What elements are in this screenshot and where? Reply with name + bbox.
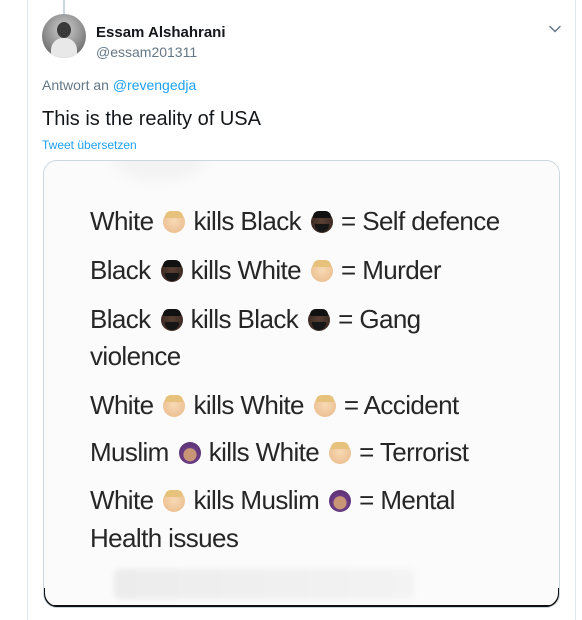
meme-word: kills Black bbox=[193, 206, 301, 236]
author-names: Essam Alshahrani @essam201311 bbox=[96, 24, 226, 61]
meme-word: = Terrorist bbox=[359, 437, 469, 467]
meme-line: Black kills Black = Gang bbox=[90, 303, 421, 335]
meme-word: Muslim bbox=[90, 437, 169, 467]
timeline-right-border bbox=[575, 0, 576, 620]
reply-mention-link[interactable]: @revengedja bbox=[113, 77, 197, 93]
white-person-emoji-icon bbox=[313, 395, 336, 417]
meme-line: White kills White = Accident bbox=[90, 389, 459, 421]
tweet: Essam Alshahrani @essam201311 Antwort an… bbox=[42, 14, 562, 153]
meme-line: violence bbox=[90, 340, 181, 372]
meme-word: White bbox=[90, 206, 154, 236]
meme-word: White bbox=[90, 485, 154, 515]
white-person-emoji-icon bbox=[329, 442, 352, 464]
meme-word: kills Muslim bbox=[193, 485, 320, 515]
black-person-emoji-icon bbox=[311, 211, 333, 233]
meme-word: Health issues bbox=[90, 523, 239, 553]
meme-word: kills White bbox=[208, 437, 320, 467]
meme-word: = Mental bbox=[359, 485, 455, 515]
thread-connector-line bbox=[63, 0, 65, 14]
white-person-emoji-icon bbox=[163, 490, 186, 512]
timeline-left-border bbox=[27, 0, 28, 620]
woman-with-headscarf-emoji-icon bbox=[178, 442, 201, 464]
reply-prefix: Antwort an bbox=[42, 77, 113, 93]
image-bottom-edge bbox=[47, 605, 556, 607]
meme-image: White kills Black = Self defence Black kill… bbox=[44, 161, 559, 607]
avatar[interactable] bbox=[42, 14, 86, 58]
meme-word: violence bbox=[90, 341, 181, 371]
meme-line: Muslim kills White = Terrorist bbox=[90, 436, 469, 468]
tweet-media-image[interactable]: White kills Black = Self defence Black kill… bbox=[43, 160, 560, 608]
meme-line: White kills Muslim = Mental bbox=[90, 484, 455, 516]
meme-word: = Accident bbox=[343, 390, 459, 420]
black-person-emoji-icon bbox=[160, 309, 183, 331]
black-person-emoji-icon bbox=[160, 260, 183, 282]
tweet-text: This is the reality of USA bbox=[42, 108, 261, 130]
meme-word: White bbox=[90, 390, 154, 420]
meme-word: = Self defence bbox=[341, 206, 500, 236]
white-person-emoji-icon bbox=[311, 260, 334, 282]
image-faded-artifact bbox=[114, 569, 414, 599]
woman-with-headscarf-emoji-icon bbox=[329, 490, 352, 512]
meme-word: kills White bbox=[190, 255, 302, 285]
avatar-head bbox=[57, 22, 71, 38]
user-handle[interactable]: @essam201311 bbox=[96, 43, 226, 61]
black-person-emoji-icon bbox=[308, 309, 331, 331]
meme-word: Black bbox=[90, 304, 151, 334]
meme-line: White kills Black = Self defence bbox=[90, 205, 500, 237]
meme-word: kills White bbox=[193, 390, 304, 420]
meme-word: = Murder bbox=[341, 255, 442, 285]
translate-tweet-link[interactable]: Tweet übersetzen bbox=[42, 138, 562, 153]
avatar-torso bbox=[51, 38, 77, 58]
display-name[interactable]: Essam Alshahrani bbox=[96, 24, 226, 42]
tweet-header: Essam Alshahrani @essam201311 bbox=[42, 14, 562, 66]
meme-line: Black kills White = Murder bbox=[90, 254, 442, 286]
meme-word: Black bbox=[90, 255, 151, 285]
meme-word: = Gang bbox=[338, 304, 421, 334]
meme-line: Health issues bbox=[90, 522, 239, 554]
image-top-smudge bbox=[114, 161, 204, 181]
chevron-down-icon[interactable] bbox=[548, 22, 562, 36]
white-person-emoji-icon bbox=[163, 395, 186, 417]
reply-context: Antwort an @revengedja bbox=[42, 76, 562, 94]
meme-word: kills Black bbox=[190, 304, 299, 334]
white-person-emoji-icon bbox=[163, 211, 186, 233]
